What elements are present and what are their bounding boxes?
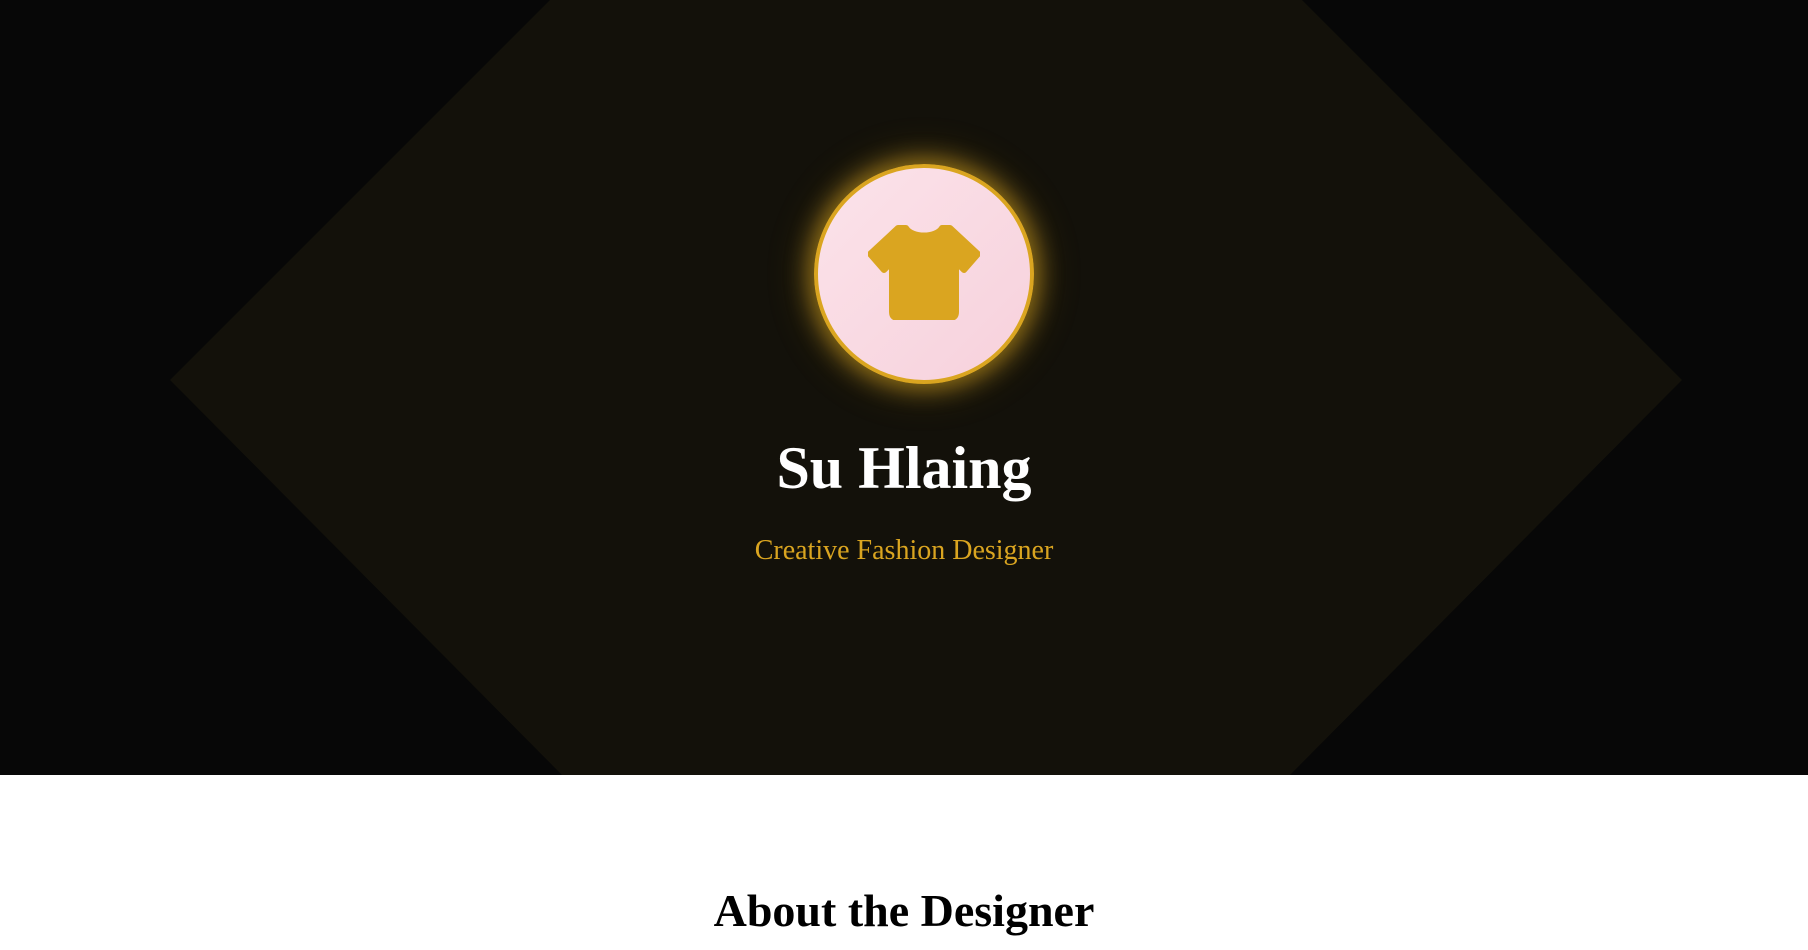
tshirt-icon xyxy=(868,225,980,320)
designer-name: Su Hlaing xyxy=(776,435,1032,501)
designer-avatar xyxy=(814,164,1034,384)
hero-section: Su Hlaing Creative Fashion Designer xyxy=(0,0,1808,775)
designer-role: Creative Fashion Designer xyxy=(754,535,1054,566)
hero-diamond-background xyxy=(170,0,1682,775)
about-section-title: About the Designer xyxy=(713,885,1095,936)
